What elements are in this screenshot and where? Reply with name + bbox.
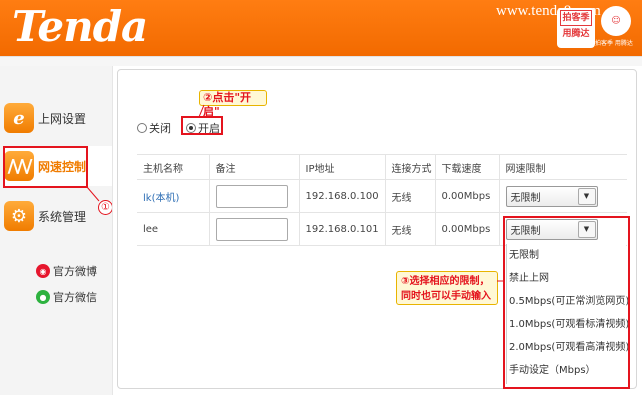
radio-off[interactable]: 关闭 — [137, 120, 171, 136]
tenda-logo: Tenda — [12, 2, 148, 51]
limit-cell: 无限制 ▼ — [498, 179, 627, 213]
weibo-label: 官方微博 — [53, 265, 97, 278]
col-note: 备注 — [208, 154, 299, 180]
promo-badge[interactable]: 拍客季 用腾达 — [557, 8, 595, 48]
table-header-row: 主机名称 备注 IP地址 连接方式 下载速度 网速限制 — [137, 154, 627, 180]
note-input[interactable] — [215, 217, 288, 241]
radio-off-label: 关闭 — [149, 122, 171, 135]
step3-callout: ③选择相应的限制， 同时也可以手动输入 — [396, 271, 498, 305]
gear-icon: ⚙ — [4, 201, 34, 231]
step3-line2: 同时也可以手动输入 — [401, 291, 491, 302]
highlight-dropdown — [503, 216, 630, 389]
wechat-icon: ● — [36, 290, 50, 304]
chevron-down-icon[interactable]: ▼ — [577, 187, 596, 205]
sidebar-item-internet-settings[interactable]: e 上网设置 — [4, 98, 112, 138]
download-speed: 0.00Mbps — [434, 179, 499, 213]
official-wechat-link[interactable]: ● 官方微信 — [36, 289, 97, 305]
note-cell — [208, 212, 299, 246]
step2-pointer-line — [198, 104, 205, 118]
sidebar-item-system-management[interactable]: ⚙ 系统管理 — [4, 196, 112, 236]
promo-badge-top: 拍客季 — [560, 10, 592, 26]
highlight-speed-control — [3, 146, 88, 188]
official-weibo-link[interactable]: ◉ 官方微博 — [36, 263, 97, 279]
speed-limit-select[interactable]: 无限制 ▼ — [505, 185, 598, 207]
step2-callout: ②点击"开启" — [199, 90, 267, 118]
ip-address: 192.168.0.101 — [298, 212, 385, 246]
col-download-speed: 下载速度 — [434, 154, 499, 180]
mascot-caption: 拍客季 用腾达 — [595, 40, 633, 47]
table-row: lk(本机) 192.168.0.100 无线 0.00Mbps 无限制 ▼ — [137, 179, 627, 213]
speed-limit-value: 无限制 — [510, 192, 541, 204]
note-input[interactable] — [215, 184, 288, 208]
ip-address: 192.168.0.100 — [298, 179, 385, 213]
step3-line1: ③选择相应的限制， — [401, 276, 490, 287]
connection-type: 无线 — [384, 212, 435, 246]
step3-pointer-line — [497, 280, 504, 282]
connection-type: 无线 — [384, 179, 435, 213]
host-name[interactable]: lee — [137, 212, 209, 246]
wechat-label: 官方微信 — [53, 291, 97, 304]
col-hostname: 主机名称 — [137, 154, 209, 180]
col-connection: 连接方式 — [384, 154, 435, 180]
mascot-icon: ☺ — [601, 6, 631, 36]
weibo-icon: ◉ — [36, 264, 50, 278]
note-cell — [208, 179, 299, 213]
col-speed-limit: 网速限制 — [498, 154, 627, 180]
download-speed: 0.00Mbps — [434, 212, 499, 246]
header-divider — [0, 56, 642, 66]
promo-badge-bottom: 用腾达 — [562, 29, 590, 39]
sidebar-item-label: 上网设置 — [38, 111, 87, 126]
header-bar: Tenda www.tenda8.com 拍客季 用腾达 ☺ 拍客季 用腾达 — [0, 0, 642, 56]
host-name[interactable]: lk(本机) — [137, 179, 209, 213]
ie-icon: e — [4, 103, 34, 133]
sidebar-item-label: 系统管理 — [38, 209, 87, 224]
col-ip: IP地址 — [298, 154, 385, 180]
radio-off-button[interactable] — [137, 123, 147, 133]
